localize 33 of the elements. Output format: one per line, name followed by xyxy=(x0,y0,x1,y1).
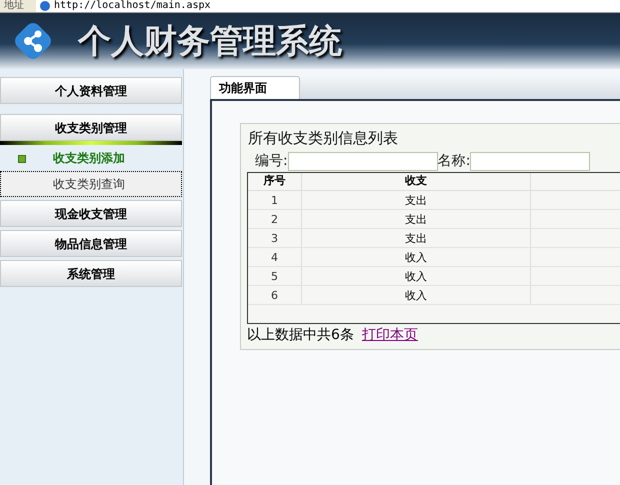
table-cell: 5 xyxy=(248,267,302,285)
menu-item[interactable]: 系统管理 xyxy=(0,260,182,287)
app-title: 个人财务管理系统 xyxy=(78,20,342,62)
bullet-icon xyxy=(18,155,26,163)
table-cell: 1 xyxy=(248,191,302,209)
column-header: 收支 xyxy=(302,173,531,190)
table-cell: 支出 xyxy=(302,191,531,209)
print-link[interactable]: 打印本页 xyxy=(362,324,418,346)
browser-page-icon xyxy=(40,1,50,11)
address-field[interactable]: http://localhost/main.aspx xyxy=(36,0,620,12)
filter-input[interactable] xyxy=(470,152,590,170)
menu-item[interactable]: 物品信息管理 xyxy=(0,230,182,257)
menu-item[interactable]: 现金收支管理 xyxy=(0,200,182,227)
address-label: 地址 xyxy=(3,1,25,11)
menu-item[interactable]: 个人资料管理 xyxy=(0,77,182,104)
column-header: 序号 xyxy=(248,173,302,190)
table-cell: 2 xyxy=(248,210,302,228)
table-cell: 支出 xyxy=(302,210,531,228)
record-count-text: 以上数据中共6条 xyxy=(247,326,354,344)
table-cell: 收入 xyxy=(302,248,531,266)
filter-label: 编号: xyxy=(255,152,288,170)
table-cell: 收入 xyxy=(302,286,531,304)
filter-input[interactable] xyxy=(288,152,438,170)
submenu-item[interactable]: 收支类别查询 xyxy=(0,171,182,197)
tab[interactable]: 功能界面 xyxy=(210,76,300,99)
table-cell: 6 xyxy=(248,286,302,304)
table-cell: 支出 xyxy=(302,229,531,247)
table-cell: 收入 xyxy=(302,267,531,285)
filter-label: 名称: xyxy=(438,152,470,170)
table-cell: 3 xyxy=(248,229,302,247)
list-title: 所有收支类别信息列表 xyxy=(247,128,399,149)
menu-item[interactable]: 收支类别管理 xyxy=(0,114,182,141)
table-cell: 4 xyxy=(248,248,302,266)
